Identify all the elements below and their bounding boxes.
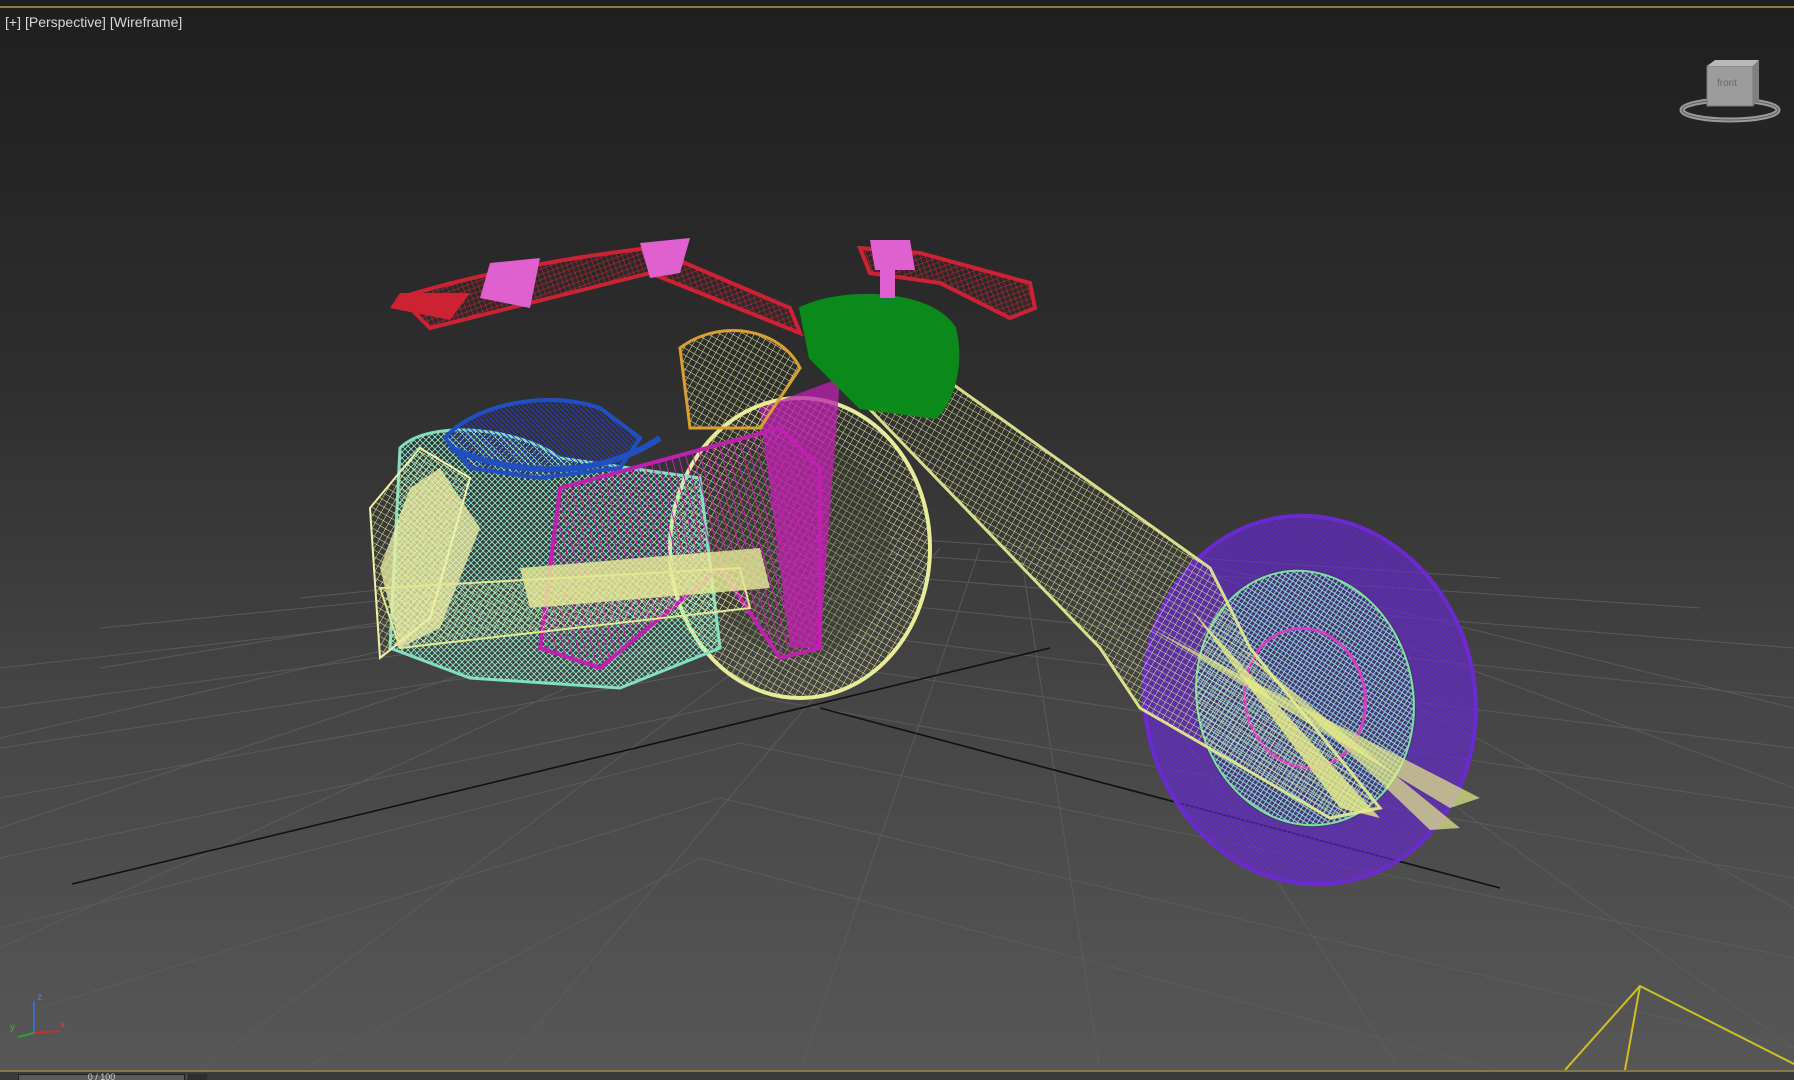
- viewport-general-menu[interactable]: +: [5, 14, 21, 30]
- time-slider-thumb[interactable]: 0 / 100: [18, 1072, 185, 1080]
- viewcube-face-label: front: [1716, 78, 1737, 89]
- axis-tripod-icon: z x y: [8, 993, 68, 1043]
- axis-y-label: y: [10, 1022, 15, 1033]
- perspective-viewport[interactable]: + Perspective Wireframe front z x y: [0, 8, 1794, 1070]
- viewport-scene[interactable]: [0, 8, 1794, 1070]
- time-slider-bar[interactable]: 0 / 100: [0, 1070, 1794, 1080]
- time-slider-next-arrow[interactable]: [186, 1074, 207, 1080]
- viewport-point-of-view-menu[interactable]: Perspective: [25, 14, 106, 30]
- axis-x-label: x: [60, 1020, 65, 1031]
- viewport-active-border: [0, 0, 1794, 8]
- axis-z-label: z: [37, 992, 42, 1003]
- viewport-shading-menu[interactable]: Wireframe: [110, 14, 182, 30]
- viewcube-icon[interactable]: [1675, 58, 1785, 128]
- camera-frustum[interactable]: [1564, 984, 1794, 1070]
- viewport-label-menu: + Perspective Wireframe: [5, 14, 182, 30]
- time-slider-frame-label: 0 / 100: [87, 1072, 116, 1080]
- app-window: + Perspective Wireframe front z x y 0 / …: [0, 0, 1794, 1080]
